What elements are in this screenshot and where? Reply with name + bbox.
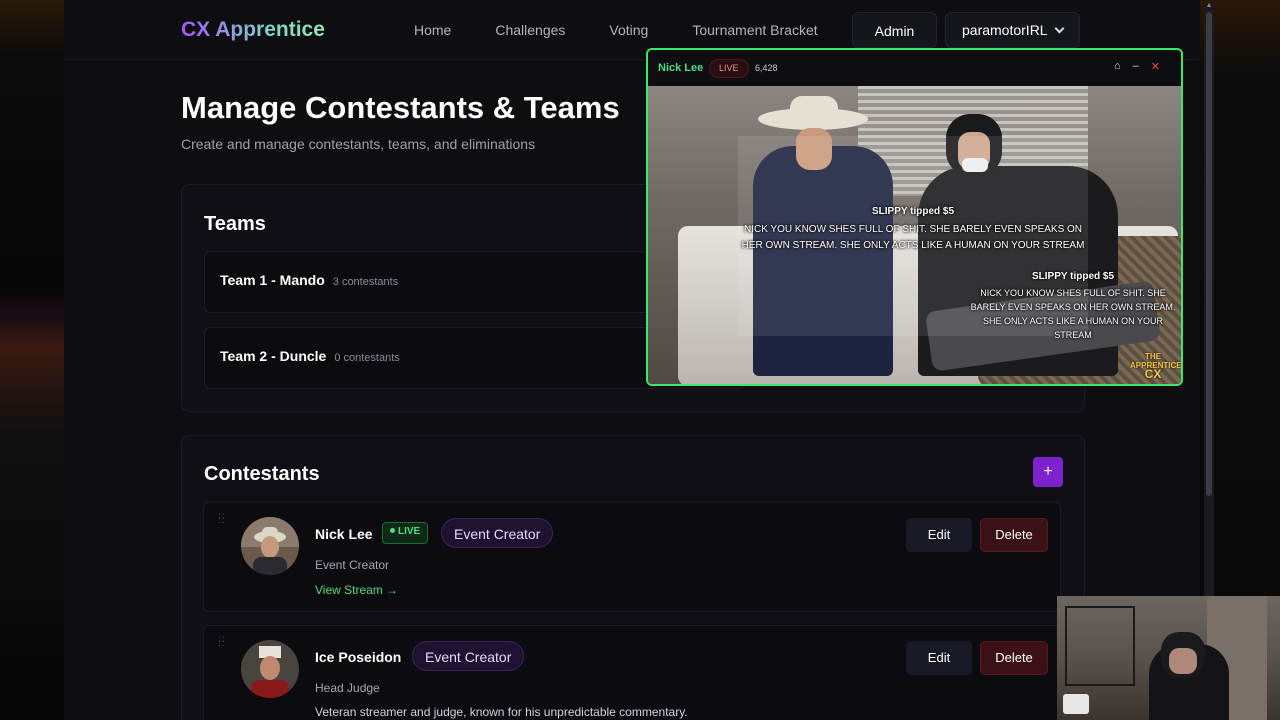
delete-button[interactable]: Delete — [980, 518, 1048, 552]
team-name: Team 2 - Duncle — [220, 348, 327, 364]
role-badge: Event Creator — [441, 518, 554, 548]
left-blurred-margin — [0, 0, 64, 720]
tip-header: SLIPPY tipped $5 — [1031, 271, 1115, 282]
avatar — [241, 640, 299, 698]
nav-voting[interactable]: Voting — [587, 12, 670, 48]
add-contestant-button[interactable]: + — [1033, 457, 1063, 487]
drag-handle-icon[interactable]: :::: — [218, 635, 226, 649]
stream-popup: Nick Lee LIVE 6,428 ⌂ – ✕ SLIPPY tipped … — [646, 48, 1183, 386]
brand-logo[interactable]: CX Apprentice — [181, 18, 325, 42]
webcam-overlay — [1057, 596, 1280, 720]
home-icon[interactable]: ⌂ — [1114, 60, 1121, 73]
nav-challenges[interactable]: Challenges — [473, 12, 587, 48]
close-icon[interactable]: ✕ — [1151, 60, 1160, 73]
contestants-title: Contestants — [204, 463, 320, 485]
contestant-row: :::: Ice Poseidon Event Creator Head Jud… — [203, 625, 1061, 720]
contestant-role: Head Judge — [315, 681, 380, 695]
scrollbar-thumb[interactable] — [1206, 12, 1212, 496]
nav-links: Home Challenges Voting Tournament Bracke… — [392, 12, 938, 48]
contestant-name: Ice Poseidon — [315, 649, 402, 665]
tip-header: SLIPPY tipped $5 — [871, 206, 955, 217]
tip-alert-secondary: SLIPPY tipped $5 NICK YOU KNOW SHES FULL… — [968, 270, 1178, 342]
edit-button[interactable]: Edit — [906, 641, 972, 675]
view-stream-link[interactable]: View Stream → — [315, 583, 398, 597]
live-indicator: LIVE — [709, 59, 749, 78]
contestant-description: Veteran streamer and judge, known for hi… — [315, 705, 688, 719]
avatar — [241, 517, 299, 575]
user-menu[interactable]: paramotorIRL — [945, 12, 1080, 48]
user-name: paramotorIRL — [962, 22, 1048, 38]
minimize-icon[interactable]: – — [1133, 60, 1139, 73]
drag-handle-icon[interactable]: :::: — [218, 512, 226, 526]
tip-alert: SLIPPY tipped $5 NICK YOU KNOW SHES FULL… — [738, 204, 1088, 254]
live-badge: LIVE — [382, 522, 429, 544]
nav-home[interactable]: Home — [392, 12, 473, 48]
team-name: Team 1 - Mando — [220, 272, 325, 288]
tip-message: NICK YOU KNOW SHES FULL OF SHIT. SHE BAR… — [741, 224, 1085, 251]
chevron-down-icon — [1054, 23, 1065, 33]
scroll-up-icon[interactable]: ▲ — [1205, 2, 1213, 10]
edit-button[interactable]: Edit — [906, 518, 972, 552]
streamer-name: Nick Lee — [658, 62, 704, 74]
stream-video[interactable]: SLIPPY tipped $5 NICK YOU KNOW SHES FULL… — [648, 86, 1181, 384]
viewer-count: 6,428 — [755, 63, 778, 73]
teams-title: Teams — [204, 213, 266, 235]
stream-watermark-logo: THE APPRENTICE CX — [1130, 352, 1181, 381]
tip-message: NICK YOU KNOW SHES FULL OF SHIT. SHE BAR… — [970, 288, 1176, 340]
nav-admin[interactable]: Admin — [851, 12, 938, 48]
team-count: 3 contestants — [332, 276, 399, 288]
role-badge: Event Creator — [412, 641, 525, 671]
contestant-row: :::: Nick Lee LIVE Event Creator Event C… — [203, 502, 1061, 612]
page-subtitle: Create and manage contestants, teams, an… — [181, 136, 536, 152]
nav-tournament-bracket[interactable]: Tournament Bracket — [670, 12, 839, 48]
popup-header[interactable]: Nick Lee LIVE 6,428 ⌂ – ✕ — [648, 50, 1181, 86]
contestant-role: Event Creator — [315, 558, 390, 572]
page-title: Manage Contestants & Teams — [181, 90, 620, 125]
team-count: 0 contestants — [334, 352, 400, 364]
contestant-name: Nick Lee — [315, 526, 373, 542]
delete-button[interactable]: Delete — [980, 641, 1048, 675]
